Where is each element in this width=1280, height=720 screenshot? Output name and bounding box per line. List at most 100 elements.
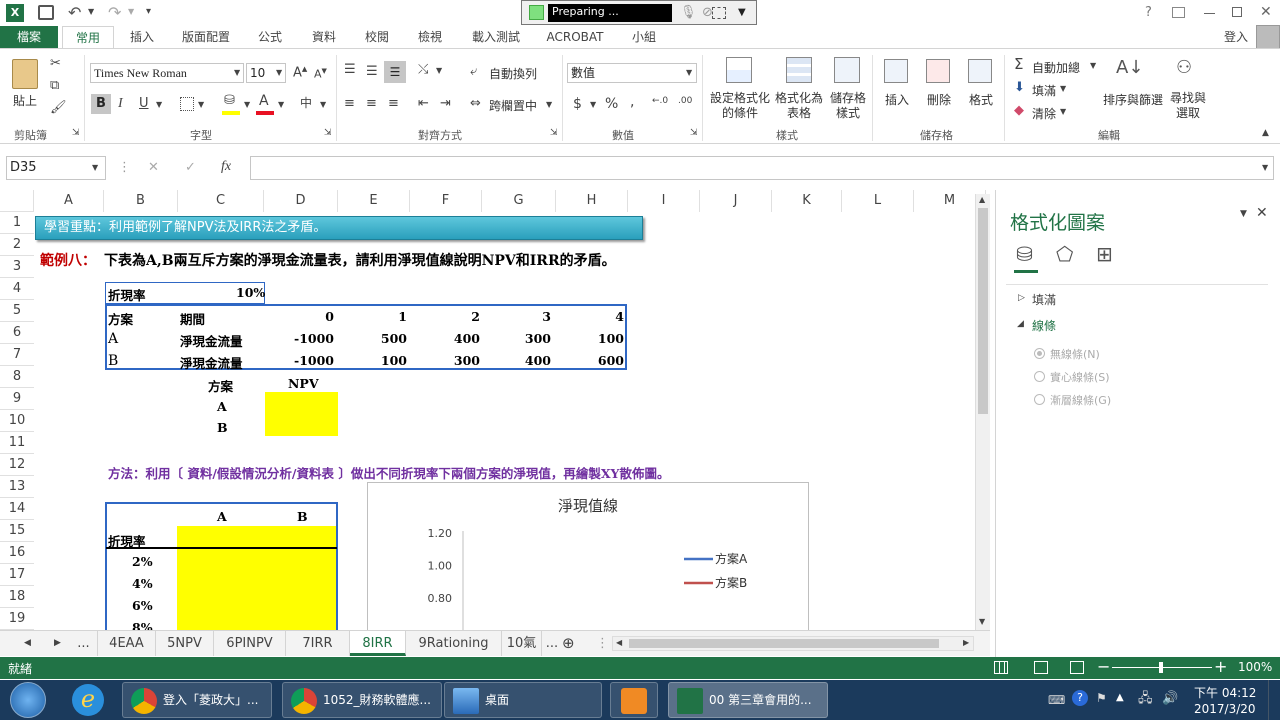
avatar[interactable] (1256, 25, 1280, 49)
next-sheet-icon[interactable]: ▶ (54, 639, 61, 648)
data-table-header-a[interactable]: A (217, 509, 227, 524)
row-header[interactable]: 12 (0, 454, 34, 476)
orientation-icon[interactable]: ⤯ (418, 63, 428, 76)
gradient-line-label[interactable]: 漸層線條(G) (1050, 392, 1111, 408)
radio-solid-line[interactable] (1034, 371, 1045, 382)
cashflow-b-cell[interactable]: 300 (454, 353, 480, 368)
name-box[interactable]: D35 (6, 156, 106, 180)
expand-formula-icon[interactable]: ▼ (1262, 164, 1268, 172)
data-table-output-cells[interactable] (177, 526, 336, 630)
microphone-icon[interactable]: 🎙 (680, 6, 697, 19)
row-header[interactable]: 3 (0, 256, 34, 278)
zoom-level[interactable]: 100% (1238, 660, 1272, 674)
chevron-down-icon[interactable]: ▼ (198, 101, 204, 109)
flag-icon[interactable]: ⚑ (1096, 692, 1107, 704)
merge-center-icon[interactable]: ⇔ (470, 97, 481, 110)
rate-value[interactable]: 10% (236, 285, 265, 300)
italic-button[interactable]: I (118, 97, 123, 111)
tab-load-test[interactable]: 載入測試 (464, 26, 528, 48)
row-header[interactable]: 1 (0, 212, 34, 234)
font-name-select[interactable]: Times New Roman (90, 63, 244, 83)
chevron-down-icon[interactable]: ▼ (1090, 62, 1096, 70)
discount-rate-cell[interactable]: 6% (132, 598, 153, 613)
page-layout-view-icon[interactable] (1034, 661, 1048, 674)
npv-plan-a[interactable]: A (217, 399, 227, 414)
chevron-down-icon[interactable]: ▼ (234, 69, 240, 77)
column-header[interactable]: K (772, 190, 842, 212)
binoculars-icon[interactable]: ⚇ (1176, 59, 1192, 77)
discount-rate-cell[interactable]: 8% (132, 620, 153, 630)
clear-button[interactable]: 清除 (1032, 105, 1056, 122)
cashflow-a-cell[interactable]: 400 (454, 331, 480, 346)
decrease-indent-icon[interactable]: ⇤ (418, 97, 429, 110)
close-icon[interactable]: ✕ (1260, 5, 1272, 19)
eraser-icon[interactable]: ◆ (1014, 104, 1024, 117)
autosum-icon[interactable]: Σ (1014, 57, 1023, 72)
sheet-tab[interactable]: ... (70, 631, 98, 656)
dialog-launcher-icon[interactable]: ⇲ (72, 129, 80, 138)
fill-color-icon[interactable] (222, 111, 240, 115)
column-header[interactable]: F (410, 190, 482, 212)
line-section[interactable]: 線條 (1032, 317, 1056, 334)
delete-cells-button[interactable]: 刪除 (927, 91, 951, 108)
row-header[interactable]: 15 (0, 520, 34, 542)
rate-label[interactable]: 折現率 (108, 285, 146, 304)
conditional-format-icon[interactable] (726, 57, 752, 83)
npv-header[interactable]: NPV (288, 376, 319, 391)
scroll-up-icon[interactable]: ▲ (979, 196, 985, 204)
radio-no-line[interactable] (1034, 348, 1045, 359)
fill-section[interactable]: 填滿 (1032, 291, 1056, 308)
row-header[interactable]: 8 (0, 366, 34, 388)
column-header[interactable]: J (700, 190, 772, 212)
discount-rate-cell[interactable]: 4% (132, 576, 153, 591)
cashflow-b-cell[interactable]: -1000 (294, 353, 334, 368)
chevron-down-icon[interactable]: ▼ (1060, 108, 1066, 116)
period-cell[interactable]: 2 (471, 309, 480, 324)
show-desktop-button[interactable] (1268, 680, 1280, 720)
new-sheet-icon[interactable]: ⊕ (562, 636, 575, 651)
taskbar-item-chrome-1[interactable]: 登入「菱政大」... (122, 682, 272, 718)
help-tray-icon[interactable]: ? (1072, 690, 1088, 706)
font-color-letter-icon[interactable]: A (259, 94, 269, 108)
chevron-down-icon[interactable]: ▼ (436, 67, 442, 75)
npv-header-plan[interactable]: 方案 (208, 376, 233, 395)
row-header[interactable]: 11 (0, 432, 34, 454)
row-a-cashflow-label[interactable]: 淨現金流量 (180, 331, 243, 350)
insert-cells-icon[interactable] (884, 59, 908, 83)
row-header[interactable]: 18 (0, 586, 34, 608)
keyboard-icon[interactable]: ⌨ (1048, 694, 1065, 706)
tab-review[interactable]: 校閱 (355, 26, 399, 48)
tab-home[interactable]: 常用 (62, 26, 114, 48)
undo-icon[interactable]: ↶ (68, 5, 81, 21)
chevron-down-icon[interactable]: ▼ (1060, 85, 1066, 93)
data-table-rate-label[interactable]: 折現率 (108, 531, 146, 550)
confirm-entry-icon[interactable]: ✓ (185, 161, 196, 174)
shrink-font-icon[interactable]: A▼ (314, 68, 327, 80)
normal-view-icon[interactable] (994, 661, 1008, 674)
cut-icon[interactable]: ✂ (50, 57, 61, 70)
volume-icon[interactable]: 🔊 (1162, 692, 1178, 705)
wrap-text-button[interactable]: 自動換列 (489, 65, 537, 82)
network-icon[interactable]: 🖧 (1138, 692, 1153, 705)
font-color-icon[interactable] (256, 111, 274, 115)
npv-plan-b[interactable]: B (217, 420, 228, 435)
chevron-down-icon[interactable]: ▼ (278, 101, 284, 109)
period-cell[interactable]: 1 (398, 309, 407, 324)
align-left-icon[interactable]: ≡ (344, 97, 355, 110)
scroll-right-icon[interactable]: ▶ (963, 639, 969, 647)
row-a-label[interactable]: A (108, 331, 118, 347)
period-cell[interactable]: 4 (615, 309, 624, 324)
sheet-tab[interactable]: 4EAA (98, 631, 156, 656)
conditional-format-button[interactable]: 設定格式化 的條件 (710, 91, 770, 121)
tab-team[interactable]: 小組 (622, 26, 666, 48)
minimize-icon[interactable] (1204, 13, 1215, 14)
row-b-label[interactable]: B (108, 353, 118, 369)
column-header[interactable]: E (338, 190, 410, 212)
chevron-down-icon[interactable]: ▼ (244, 101, 250, 109)
chevron-down-icon[interactable]: ▼ (590, 101, 596, 109)
tab-view[interactable]: 檢視 (408, 26, 452, 48)
sheet-tab[interactable]: 10氣 (502, 631, 542, 656)
fill-down-icon[interactable]: ⬇ (1014, 81, 1025, 94)
chevron-down-icon[interactable]: ▼ (92, 164, 98, 172)
horizontal-scrollbar[interactable]: ◀ ▶ (612, 636, 974, 651)
